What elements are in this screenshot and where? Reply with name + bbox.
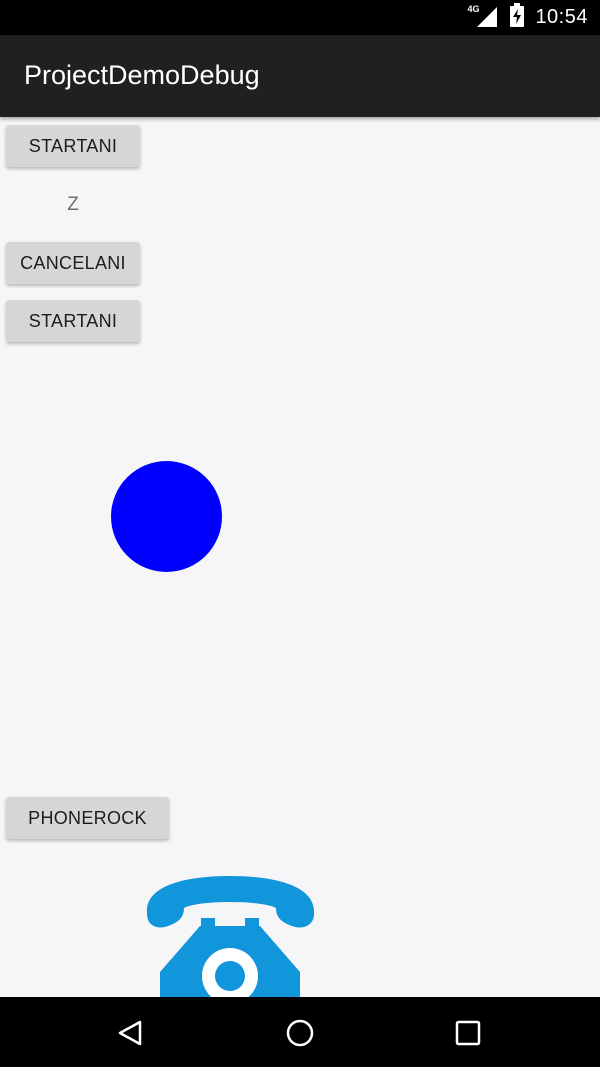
battery-charging-icon — [509, 3, 525, 31]
network-type-label: 4G — [467, 4, 480, 14]
start-ani-button[interactable]: STARTANI — [6, 125, 140, 167]
z-label: Z — [67, 194, 79, 215]
status-time: 10:54 — [535, 5, 588, 28]
app-title: ProjectDemoDebug — [24, 60, 260, 90]
recents-icon — [455, 1020, 481, 1046]
phone-rock-button[interactable]: PHONEROCK — [6, 797, 169, 839]
home-icon — [286, 1019, 314, 1047]
home-button[interactable] — [278, 1011, 322, 1055]
start-ani-button-2[interactable]: STARTANI — [6, 300, 140, 342]
signal-icon: 4G — [467, 4, 499, 29]
navigation-bar — [0, 997, 600, 1067]
app-bar: ProjectDemoDebug — [0, 35, 600, 117]
phone-icon — [144, 874, 318, 997]
app-screen: 4G 10:54 ProjectDemoDebug STARTANI Z CAN… — [0, 0, 600, 1067]
back-icon — [118, 1020, 142, 1046]
status-bar: 4G 10:54 — [0, 0, 600, 35]
back-button[interactable] — [108, 1011, 152, 1055]
status-icons: 4G 10:54 — [467, 3, 588, 31]
animated-ball — [111, 461, 222, 572]
recents-button[interactable] — [446, 1011, 490, 1055]
cancel-ani-button[interactable]: CANCELANI — [6, 242, 140, 284]
